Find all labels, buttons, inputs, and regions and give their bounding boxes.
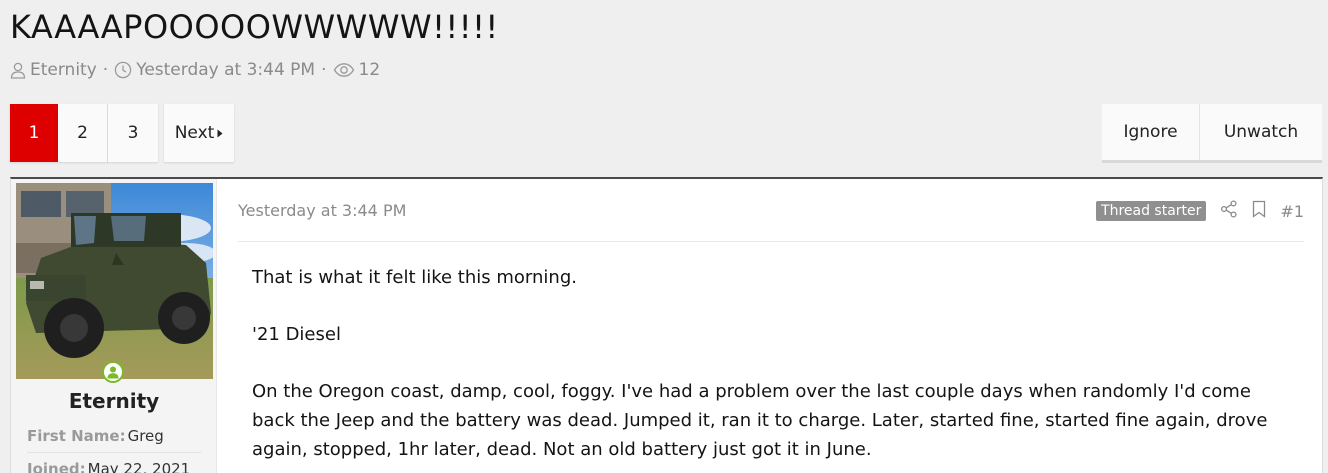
post-body: That is what it felt like this morning. …: [252, 263, 1292, 473]
meta-separator: ·: [321, 60, 327, 80]
first-name-label: First Name:: [27, 427, 126, 445]
post-username-link[interactable]: Eternity: [11, 389, 217, 413]
unwatch-button[interactable]: Unwatch: [1200, 104, 1322, 160]
post-paragraph: That is what it felt like this morning.: [252, 267, 577, 288]
post-content: Yesterday at 3:44 PM Thread starter #1 T…: [238, 179, 1304, 473]
thread-title: KAAAAPOOOOOWWWWW!!!!!: [10, 8, 499, 46]
thread-author-link[interactable]: Eternity: [30, 60, 97, 80]
eye-icon: [333, 62, 355, 78]
post-message: Eternity First Name: Greg Joined: May 22, …: [10, 177, 1323, 473]
online-status-icon: [102, 361, 124, 383]
avatar[interactable]: [16, 183, 213, 379]
user-first-name: First Name: Greg: [27, 427, 164, 445]
avatar-image: [16, 183, 213, 379]
page-2-button[interactable]: 2: [58, 104, 108, 162]
thread-meta: Eternity · Yesterday at 3:44 PM · 12: [10, 60, 380, 80]
user-icon: [10, 62, 26, 79]
post-paragraph: '21 Diesel: [252, 324, 341, 345]
next-label: Next: [174, 123, 215, 143]
post-paragraph: On the Oregon coast, damp, cool, foggy. …: [252, 381, 1268, 460]
page-3-button[interactable]: 3: [108, 104, 158, 162]
clock-icon: [114, 61, 132, 79]
next-page-button[interactable]: Next: [164, 104, 234, 162]
bookmark-icon[interactable]: [1252, 200, 1266, 222]
post-date-link[interactable]: Yesterday at 3:44 PM: [238, 201, 406, 220]
joined-label: Joined:: [27, 460, 86, 473]
thread-date-link[interactable]: Yesterday at 3:44 PM: [136, 60, 315, 80]
view-count: 12: [358, 60, 381, 80]
meta-separator: ·: [102, 60, 109, 80]
thread-actions: Ignore Unwatch: [1102, 104, 1322, 160]
user-joined: Joined: May 22, 2021: [27, 460, 190, 473]
caret-right-icon: [217, 123, 223, 143]
post-header-divider: [238, 241, 1304, 242]
joined-value: May 22, 2021: [87, 460, 191, 473]
ignore-button[interactable]: Ignore: [1102, 104, 1200, 160]
share-icon[interactable]: [1220, 200, 1238, 222]
first-name-value: Greg: [127, 427, 164, 445]
pagination: 1 2 3 Next: [10, 104, 234, 162]
post-user-cell: Eternity First Name: Greg Joined: May 22, …: [11, 179, 217, 473]
page-1-button[interactable]: 1: [10, 104, 58, 162]
post-attribution-right: Thread starter #1: [1096, 200, 1304, 222]
thread-starter-badge: Thread starter: [1096, 201, 1207, 221]
user-info-divider: [27, 452, 201, 453]
post-number-link[interactable]: #1: [1280, 202, 1304, 221]
